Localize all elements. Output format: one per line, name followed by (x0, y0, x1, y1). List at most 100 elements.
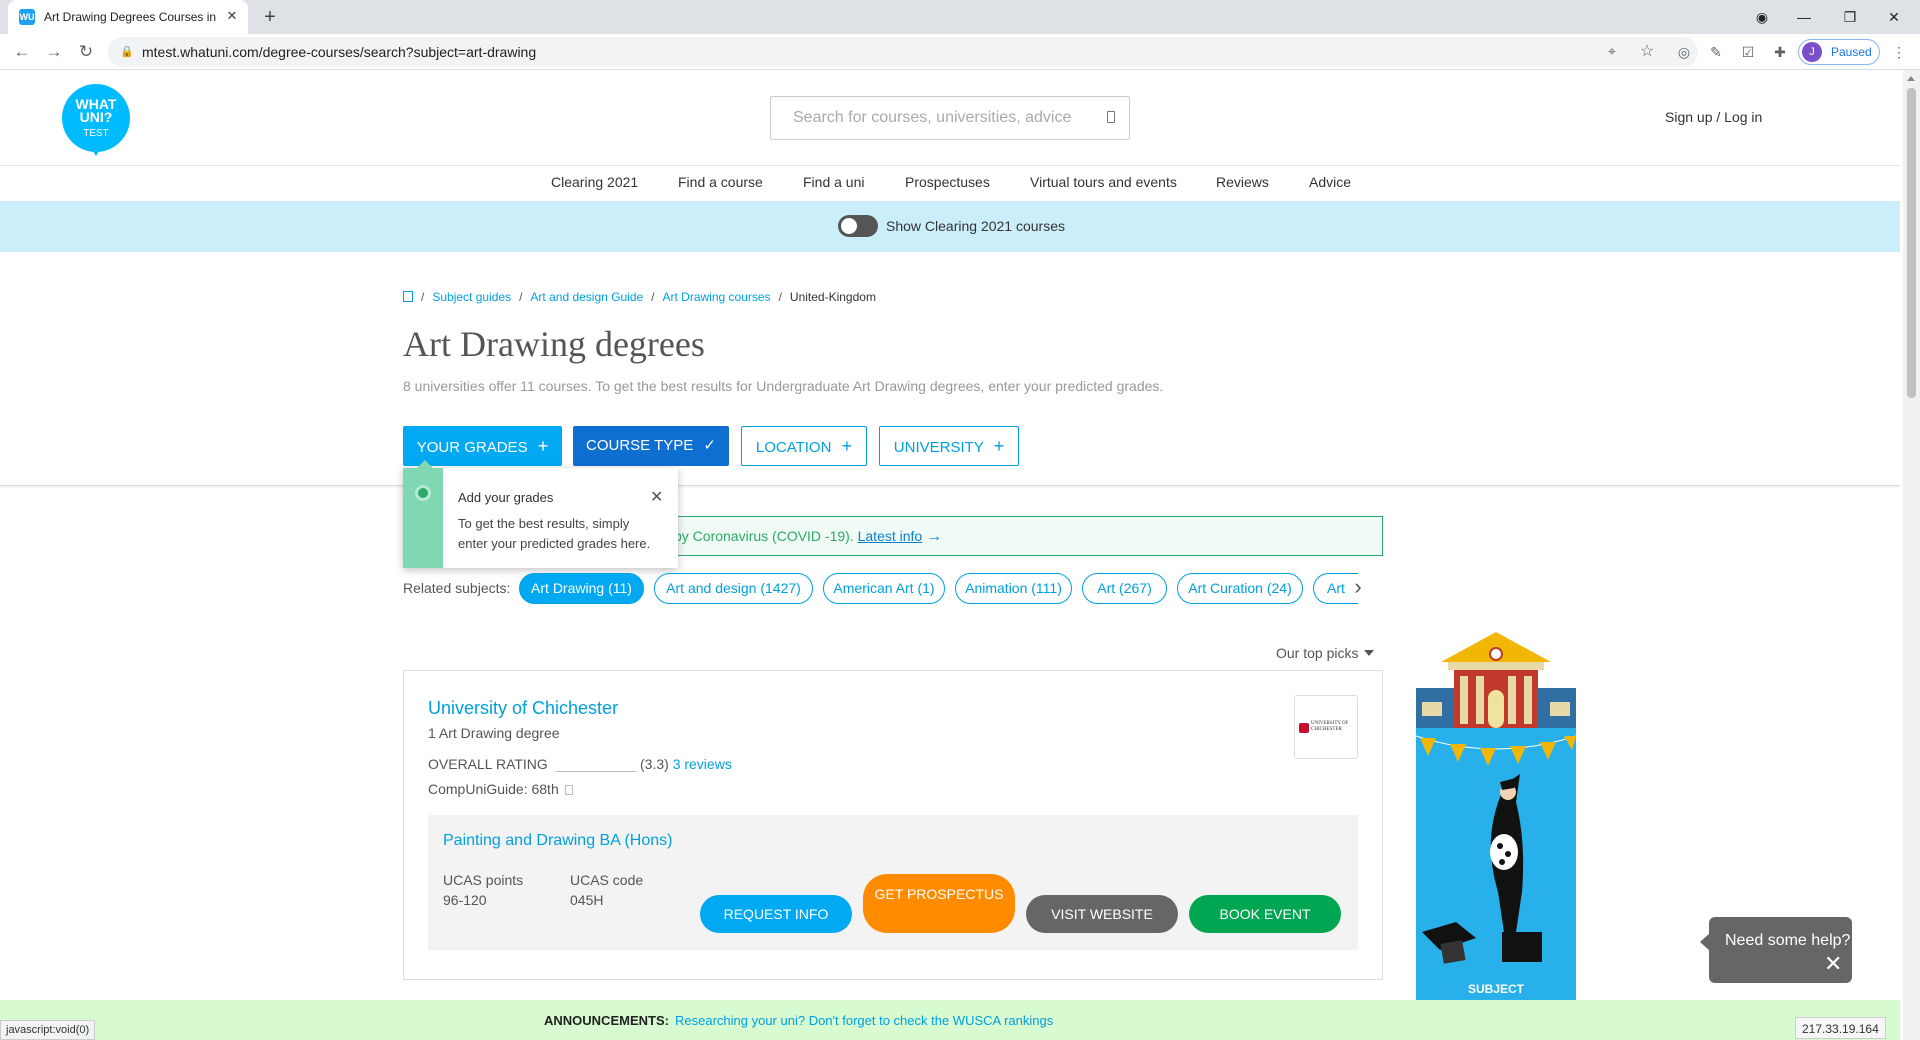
reviews-link[interactable]: 3 reviews (673, 756, 732, 772)
profile-button[interactable]: J Paused (1798, 39, 1880, 65)
get-prospectus-button[interactable]: GET PROSPECTUS (863, 874, 1015, 933)
advert-illustration (1416, 632, 1576, 964)
minimize-button[interactable]: — (1788, 6, 1820, 28)
related-subjects-label: Related subjects: (403, 580, 511, 596)
rating-values: (3.3) 3 reviews (640, 756, 732, 772)
status-bar-url: javascript:void(0) (0, 1020, 96, 1040)
nav-clearing-2021[interactable]: Clearing 2021 (551, 174, 638, 190)
sort-dropdown[interactable]: Our top picks (1276, 645, 1375, 661)
browser-tab[interactable]: WU Art Drawing Degrees Courses in UK ✕ (8, 0, 248, 34)
university-logo-text: UNIVERSITY OF CHICHESTER (1311, 721, 1349, 732)
announcement-link[interactable]: Researching your uni? Don't forget to ch… (675, 1013, 1053, 1028)
reload-button[interactable]: ↻ (74, 40, 98, 64)
tooltip-close-icon[interactable]: ✕ (650, 487, 663, 507)
lock-icon: 🔒 (120, 46, 134, 58)
latest-info-link[interactable]: Latest info (858, 528, 923, 544)
info-icon[interactable] (564, 785, 573, 795)
nav-prospectuses[interactable]: Prospectuses (905, 174, 990, 190)
nav-reviews[interactable]: Reviews (1216, 174, 1269, 190)
search-icon[interactable] (1107, 111, 1115, 123)
tooltip-title: Add your grades (458, 490, 554, 505)
home-icon[interactable] (403, 291, 413, 302)
new-tab-button[interactable]: + (258, 6, 282, 28)
filter-label: YOUR GRADES (416, 439, 528, 456)
logo-tail (90, 146, 102, 156)
forward-button[interactable]: → (42, 40, 66, 64)
address-bar[interactable]: 🔒 mtest.whatuni.com/degree-courses/searc… (108, 37, 1698, 67)
clearing-toggle-label: Show Clearing 2021 courses (886, 218, 1065, 234)
nav-advice[interactable]: Advice (1309, 174, 1351, 190)
maximize-button[interactable]: ❐ (1834, 6, 1866, 28)
help-bubble-pointer (1700, 933, 1710, 951)
page-title: Art Drawing degrees (403, 324, 705, 364)
site-search-input[interactable]: Search for courses, universities, advice (770, 96, 1130, 140)
tab-close-icon[interactable]: ✕ (224, 8, 240, 24)
chevron-right-icon[interactable]: › (1343, 573, 1373, 604)
filter-location[interactable]: LOCATION + (741, 426, 867, 466)
browser-toolbar: ← → ↻ 🔒 mtest.whatuni.com/degree-courses… (0, 34, 1920, 70)
ucas-points-label: UCAS points (443, 872, 524, 888)
page-subtitle: 8 universities offer 11 courses. To get … (403, 378, 1164, 394)
breadcrumb-subject-guides[interactable]: Subject guides (432, 290, 511, 304)
related-pill-art-drawing[interactable]: Art Drawing (11) (519, 573, 644, 604)
arrow-right-icon: → (926, 528, 943, 545)
extension-chrome-icon[interactable]: ◎ (1675, 43, 1693, 61)
compuniguide-text: CompUniGuide: 68th (428, 781, 559, 797)
notice-text: by Coronavirus (COVID -19). (674, 528, 854, 544)
announcement-bar: ANNOUNCEMENTS: Researching your uni? Don… (0, 1000, 1900, 1040)
whatuni-logo[interactable]: WHAT UNI? TEST (62, 84, 130, 156)
rating-value: (3.3) (640, 756, 669, 772)
tooltip-dot-icon (415, 485, 431, 501)
help-chat-bubble[interactable]: Need some help? ✕ (1700, 917, 1852, 983)
breadcrumb-current: United-Kingdom (789, 290, 876, 304)
nav-find-a-course[interactable]: Find a course (678, 174, 763, 190)
visit-website-button[interactable]: VISIT WEBSITE (1026, 895, 1178, 933)
grades-tooltip: Add your grades To get the best results,… (403, 460, 678, 568)
announcement-label: ANNOUNCEMENTS: (544, 1013, 669, 1028)
breadcrumb-art-design-guide[interactable]: Art and design Guide (530, 290, 643, 304)
signup-login-link[interactable]: Sign up / Log in (1665, 109, 1762, 125)
scrollbar-thumb[interactable] (1907, 88, 1916, 398)
related-pill-american-art[interactable]: American Art (1) (823, 573, 945, 604)
extension-reader-icon[interactable]: ✎ (1707, 43, 1725, 61)
clearing-bar: Show Clearing 2021 courses (0, 201, 1900, 252)
nav-virtual-tours[interactable]: Virtual tours and events (1030, 174, 1177, 190)
related-pill-art-curation[interactable]: Art Curation (24) (1177, 573, 1303, 604)
window-close-button[interactable]: ✕ (1878, 6, 1910, 28)
filter-course-type[interactable]: COURSE TYPE ✓ (573, 426, 729, 466)
related-pill-animation[interactable]: Animation (111) (955, 573, 1072, 604)
book-event-button[interactable]: BOOK EVENT (1189, 895, 1341, 933)
nav-find-a-uni[interactable]: Find a uni (803, 174, 864, 190)
clearing-toggle[interactable] (838, 215, 878, 237)
toggle-knob (841, 218, 857, 234)
help-label: Need some help? (1725, 932, 1851, 949)
location-pin-icon[interactable]: ⌖ (1608, 43, 1616, 60)
related-pill-art-design[interactable]: Art and design (1427) (654, 573, 813, 604)
filter-divider (0, 485, 1900, 486)
request-info-button[interactable]: REQUEST INFO (700, 895, 852, 933)
related-pill-art[interactable]: Art (267) (1082, 573, 1167, 604)
help-close-icon[interactable]: ✕ (1824, 951, 1842, 977)
side-advert[interactable] (1416, 632, 1576, 1000)
tab-search-icon[interactable]: ◉ (1746, 6, 1778, 28)
compuniguide-rank: CompUniGuide: 68th (428, 781, 573, 797)
extension-check-icon[interactable]: ☑ (1739, 43, 1757, 61)
university-name-link[interactable]: University of Chichester (428, 698, 618, 719)
browser-menu-icon[interactable]: ⋮ (1890, 43, 1908, 61)
profile-status: Paused (1831, 45, 1872, 59)
logo-subtext: TEST (83, 128, 109, 139)
breadcrumb-art-drawing-courses[interactable]: Art Drawing courses (663, 290, 771, 304)
back-button[interactable]: ← (10, 40, 34, 64)
extensions-puzzle-icon[interactable]: ✚ (1771, 43, 1789, 61)
filter-university[interactable]: UNIVERSITY + (879, 426, 1019, 466)
university-logo[interactable]: UNIVERSITY OF CHICHESTER (1294, 695, 1358, 759)
filter-label: COURSE TYPE (586, 437, 694, 454)
page-scrollbar[interactable] (1903, 70, 1920, 1040)
tooltip-arrow (417, 460, 433, 468)
course-name-link[interactable]: Painting and Drawing BA (Hons) (443, 832, 672, 850)
profile-avatar: J (1802, 42, 1822, 62)
bookmark-star-icon[interactable]: ☆ (1640, 41, 1654, 61)
ucas-code-label: UCAS code (570, 872, 644, 888)
logo-text: WHAT UNI? (75, 96, 117, 125)
scroll-up-icon[interactable] (1907, 76, 1915, 81)
